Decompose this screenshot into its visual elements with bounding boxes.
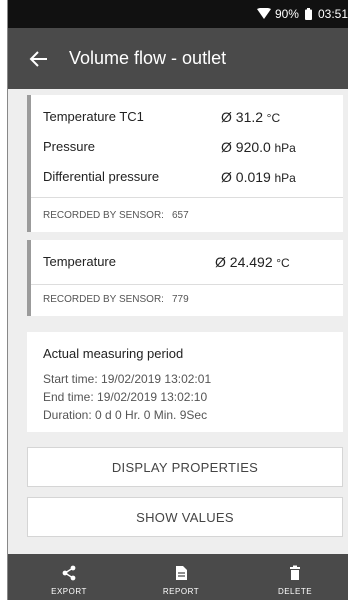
divider <box>31 197 343 198</box>
start-time: Start time: 19/02/2019 13:02:01 <box>43 372 212 386</box>
app-bar: Volume flow - outlet <box>7 28 348 89</box>
report-button[interactable]: REPORT <box>141 554 221 600</box>
reading-value: Ø 920.0 hPa <box>221 139 296 155</box>
reading-value: Ø 24.492 °C <box>215 254 290 270</box>
report-label: REPORT <box>162 587 200 596</box>
measuring-period-card: Actual measuring period Start time: 19/0… <box>27 332 343 432</box>
reading-value: Ø 31.2 °C <box>221 109 281 125</box>
duration: Duration: 0 d 0 Hr. 0 Min. 9Sec <box>43 408 208 422</box>
bottom-toolbar: EXPORT REPORT DELETE <box>7 554 348 600</box>
device-screen: 90% 03:51 Volume flow - outlet Temperatu… <box>7 0 348 600</box>
divider <box>31 284 343 285</box>
end-time: End time: 19/02/2019 13:02:10 <box>43 390 208 404</box>
export-button[interactable]: EXPORT <box>29 554 109 600</box>
reading-value: Ø 0.019 hPa <box>221 169 296 185</box>
battery-percent: 90% <box>274 7 299 21</box>
trash-icon <box>290 565 300 580</box>
reading-label: Pressure <box>43 139 96 154</box>
sensor-id: 779 <box>171 294 189 305</box>
status-bar: 90% 03:51 <box>7 0 348 28</box>
reading-label: Temperature <box>43 254 116 269</box>
status-indicators: 90% 03:51 <box>256 7 348 21</box>
reading-label: Differential pressure <box>43 169 160 184</box>
sensor-id: 657 <box>171 210 189 221</box>
wifi-icon <box>256 8 271 19</box>
display-properties-button[interactable]: DISPLAY PROPERTIES <box>27 447 343 487</box>
recorded-by-sensor: RECORDED BY SENSOR: 657 <box>43 210 189 221</box>
share-icon <box>62 565 76 581</box>
battery-icon <box>304 8 312 20</box>
reading-label: Temperature TC1 <box>43 109 144 124</box>
export-label: EXPORT <box>51 587 87 596</box>
document-icon <box>176 566 187 580</box>
clock: 03:51 <box>317 7 348 21</box>
recorded-by-sensor: RECORDED BY SENSOR: 779 <box>43 294 189 305</box>
sensor-card-2: Temperature Ø 24.492 °C RECORDED BY SENS… <box>27 240 343 316</box>
period-title: Actual measuring period <box>43 346 184 361</box>
page-title: Volume flow - outlet <box>69 48 227 68</box>
delete-button[interactable]: DELETE <box>255 554 335 600</box>
delete-label: DELETE <box>277 587 313 596</box>
arrow-left-icon[interactable] <box>29 49 49 69</box>
sensor-card-1: Temperature TC1 Ø 31.2 °C Pressure Ø 920… <box>27 95 343 232</box>
show-values-button[interactable]: SHOW VALUES <box>27 497 343 537</box>
